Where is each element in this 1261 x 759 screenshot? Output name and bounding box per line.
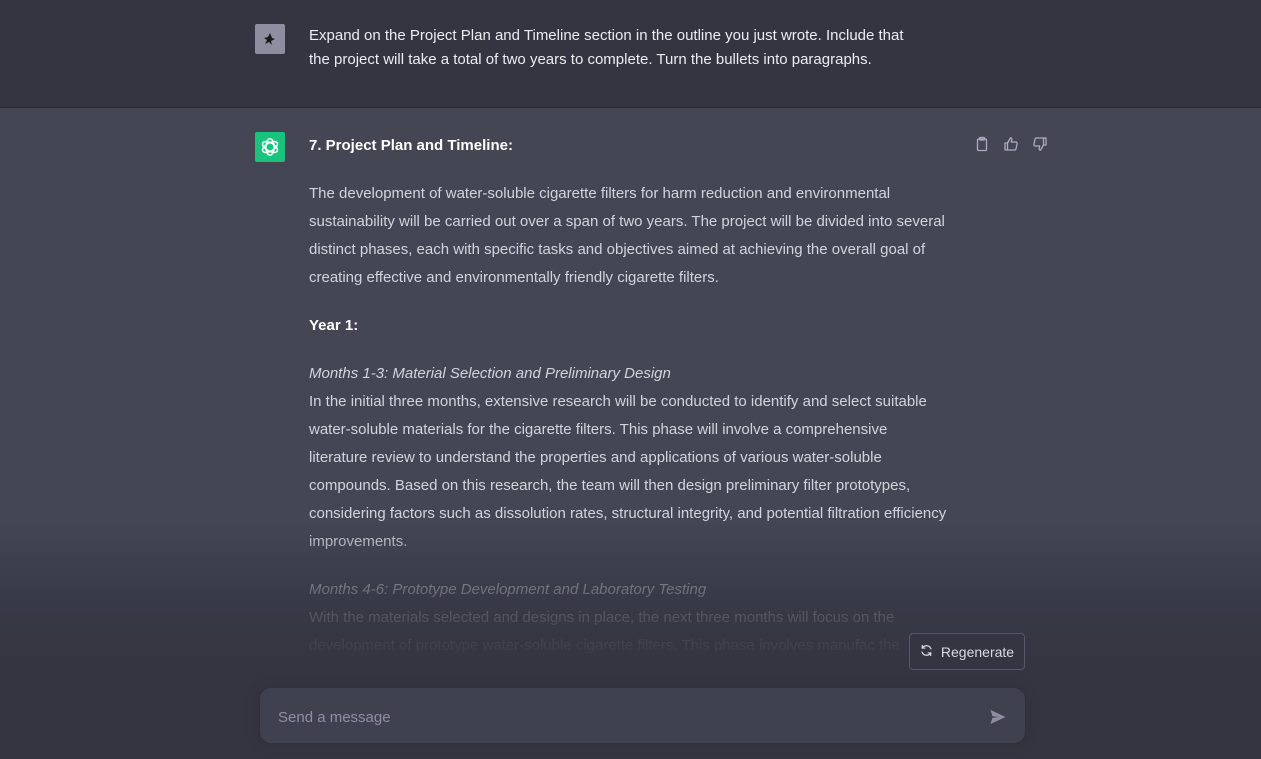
- thumbs-up-icon[interactable]: [1001, 134, 1020, 153]
- message-composer: [259, 687, 1026, 744]
- regenerate-button[interactable]: Regenerate: [909, 633, 1025, 670]
- assistant-message-text: 7. Project Plan and Timeline: The develo…: [309, 132, 949, 708]
- clipboard-icon[interactable]: [972, 134, 991, 153]
- user-message-text: Expand on the Project Plan and Timeline …: [309, 24, 959, 72]
- section-heading: 7. Project Plan and Timeline:: [309, 137, 513, 154]
- user-avatar: [255, 24, 285, 54]
- paper-plane-icon: [990, 710, 1006, 724]
- thumbs-down-icon[interactable]: [1030, 134, 1049, 153]
- phase-title: Months 4-6: Prototype Development and La…: [309, 581, 707, 598]
- intro-paragraph: The development of water-soluble cigaret…: [309, 185, 945, 286]
- user-message-row: Expand on the Project Plan and Timeline …: [0, 0, 1261, 108]
- year-heading: Year 1:: [309, 317, 359, 334]
- regenerate-label: Regenerate: [940, 643, 1015, 660]
- message-input[interactable]: [276, 705, 970, 729]
- user-message-line: the project will take a total of two yea…: [309, 51, 872, 68]
- phase-body: In the initial three months, extensive r…: [309, 393, 947, 550]
- assistant-message-row: 7. Project Plan and Timeline: The develo…: [0, 108, 1261, 759]
- phase-paragraph: Months 1-3: Material Selection and Preli…: [309, 360, 949, 556]
- phase-paragraph: Months 4-6: Prototype Development and La…: [309, 576, 949, 688]
- send-button[interactable]: [987, 706, 1009, 728]
- refresh-icon: [920, 644, 933, 660]
- chatgpt-logo-icon: [255, 132, 285, 162]
- user-message-line: Expand on the Project Plan and Timeline …: [309, 27, 904, 44]
- user-avatar-icon: [264, 33, 275, 45]
- phase-body: With the materials selected and designs …: [309, 609, 900, 682]
- phase-title: Months 1-3: Material Selection and Preli…: [309, 365, 671, 382]
- message-actions: [972, 134, 1049, 153]
